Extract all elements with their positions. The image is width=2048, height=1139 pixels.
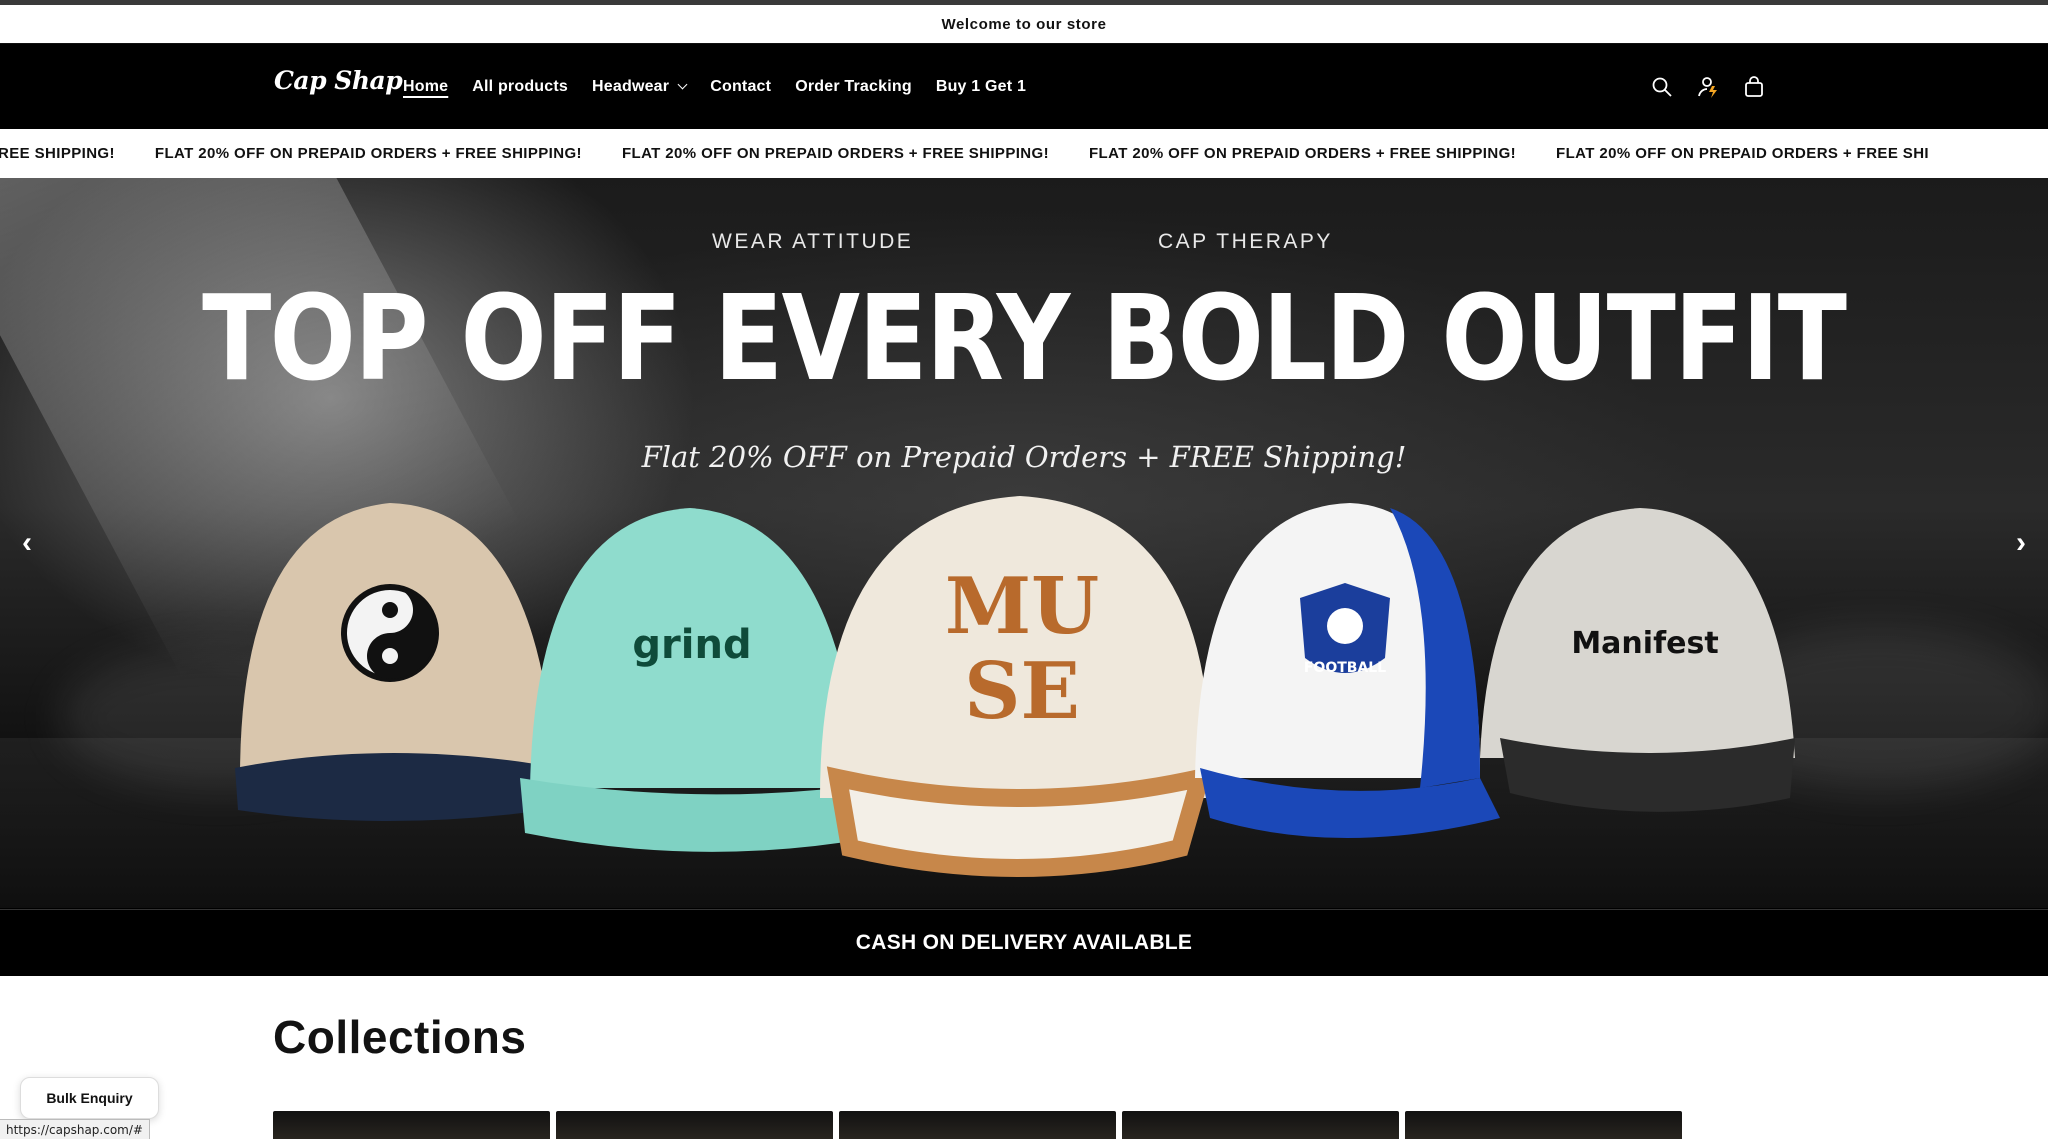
- cap-manifest: Manifest: [1480, 508, 1795, 812]
- nav-contact[interactable]: Contact: [710, 78, 771, 96]
- nav-all-products[interactable]: All products: [472, 78, 568, 96]
- cap-muse: MU SE: [820, 496, 1213, 877]
- site-header: Cap Shap Home All products Headwear Cont…: [0, 44, 2048, 129]
- header-icons: [1650, 44, 1766, 129]
- nav-buy-1-get-1[interactable]: Buy 1 Get 1: [936, 78, 1026, 96]
- caps-image: grind MU SE FOOTBALL Manifest: [235, 496, 1795, 877]
- cod-banner-text: CASH ON DELIVERY AVAILABLE: [855, 931, 1193, 954]
- announcement-bar: Welcome to our store: [0, 5, 2048, 44]
- nav-headwear-label: Headwear: [592, 77, 670, 95]
- collections-grid: [273, 1111, 1682, 1139]
- cod-banner: CASH ON DELIVERY AVAILABLE: [0, 909, 2048, 976]
- search-icon[interactable]: [1650, 75, 1674, 99]
- marquee-item: FLAT 20% OFF ON PREPAID ORDERS + FREE SH…: [1088, 145, 1517, 162]
- store-logo[interactable]: Cap Shap: [274, 66, 403, 95]
- nav-home[interactable]: Home: [403, 78, 448, 96]
- promo-marquee: REE SHIPPING! FLAT 20% OFF ON PREPAID OR…: [0, 129, 2048, 178]
- cart-icon[interactable]: [1742, 75, 1766, 99]
- svg-text:SE: SE: [964, 646, 1080, 737]
- marquee-item: FLAT 20% OFF ON PREPAID ORDERS + FREE SH…: [621, 145, 1049, 162]
- marquee-item: REE SHIPPING!: [0, 145, 115, 162]
- cap-yin-yang: [235, 503, 560, 822]
- collections-heading: Collections: [273, 1011, 527, 1063]
- main-nav: Home All products Headwear Contact Order…: [403, 44, 1050, 129]
- collection-card[interactable]: [273, 1111, 550, 1139]
- cap-grind: grind: [520, 508, 880, 852]
- browser-status-url: https://capshap.com/#: [0, 1119, 150, 1139]
- collection-card[interactable]: [1405, 1111, 1682, 1139]
- slideshow-next-arrow[interactable]: ›: [2006, 526, 2036, 560]
- slideshow-prev-arrow[interactable]: ‹: [12, 526, 42, 560]
- cap-manifest-logo: Manifest: [1571, 626, 1718, 661]
- cap-grind-logo: grind: [632, 622, 751, 668]
- status-url-text: https://capshap.com/#: [6, 1122, 143, 1137]
- hero-slideshow: WEAR ATTITUDE CAP THERAPY TOP OFF EVERY …: [0, 178, 2048, 909]
- collection-card[interactable]: [556, 1111, 833, 1139]
- collection-card[interactable]: [1122, 1111, 1399, 1139]
- nav-order-tracking[interactable]: Order Tracking: [795, 78, 912, 96]
- bulk-enquiry-label: Bulk Enquiry: [46, 1090, 133, 1106]
- collection-card[interactable]: [839, 1111, 1116, 1139]
- chevron-down-icon: [677, 79, 688, 90]
- announcement-text: Welcome to our store: [941, 15, 1107, 33]
- account-icon[interactable]: [1696, 75, 1720, 99]
- svg-text:MU: MU: [945, 561, 1099, 652]
- marquee-item: FLAT 20% OFF ON PREPAID ORDERS + FREE SH…: [1556, 145, 1930, 162]
- cap-football: FOOTBALL: [1195, 503, 1500, 838]
- bulk-enquiry-button[interactable]: Bulk Enquiry: [20, 1077, 159, 1119]
- cap-football-logo: FOOTBALL: [1304, 660, 1386, 676]
- marquee-item: FLAT 20% OFF ON PREPAID ORDERS + FREE SH…: [154, 145, 582, 162]
- nav-headwear[interactable]: Headwear: [592, 77, 688, 96]
